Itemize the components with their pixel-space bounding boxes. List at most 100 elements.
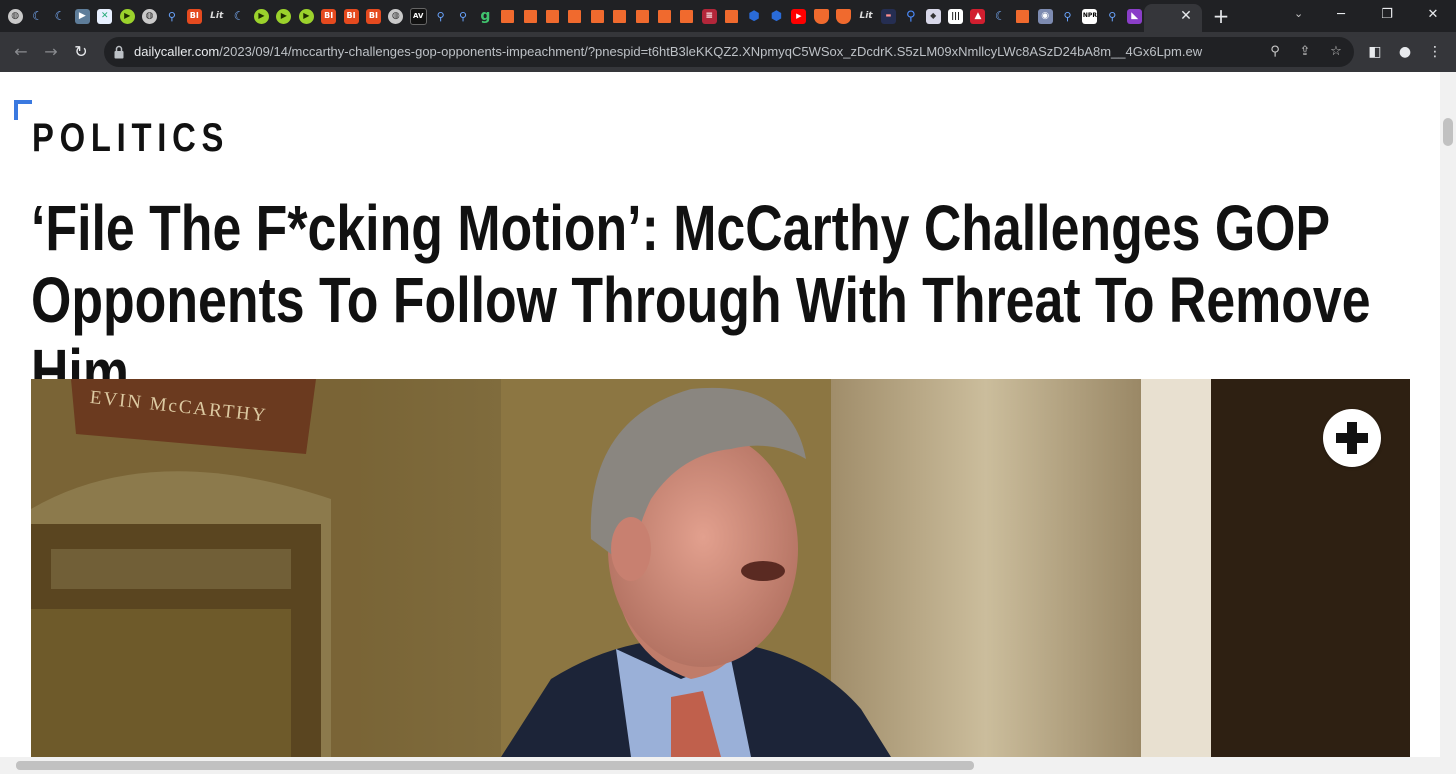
magnify-icon: ⚲ <box>906 8 916 24</box>
menu-icon[interactable]: ⋮ <box>1424 41 1446 63</box>
restore-button[interactable]: ❐ <box>1364 0 1410 32</box>
moon-icon: ☾ <box>994 9 1006 23</box>
bookmark-star-icon[interactable]: ☆ <box>1326 42 1346 62</box>
tab-favicon[interactable]: ▶ <box>71 6 93 26</box>
tab-favicon[interactable]: ||| <box>944 6 966 26</box>
tab-favicon[interactable]: g <box>474 6 496 26</box>
tab-favicon[interactable]: ☾ <box>989 6 1011 26</box>
new-tab-button[interactable]: + <box>1210 5 1232 27</box>
piano-icon: ||| <box>948 8 964 24</box>
tab-favicon[interactable]: ▲ <box>967 6 989 26</box>
expand-image-plus-icon[interactable] <box>1323 409 1381 467</box>
tab-favicon[interactable]: ⚲ <box>1056 6 1078 26</box>
forward-button[interactable]: → <box>40 41 62 63</box>
bi-icon: BI <box>321 8 337 24</box>
tab-favicon[interactable]: BI <box>183 6 205 26</box>
hex-icon: ⬢ <box>748 8 760 24</box>
tab-favicon[interactable] <box>541 6 563 26</box>
bookmark-icon <box>523 9 537 23</box>
tab-favicon[interactable] <box>564 6 586 26</box>
zoom-icon[interactable]: ⚲ <box>1265 42 1285 62</box>
arrow-icon: ▶ <box>74 8 90 24</box>
tab-favicon[interactable]: Lit <box>855 6 877 26</box>
tab-favicon[interactable]: ☾ <box>49 6 71 26</box>
tab-favicon[interactable]: ◣ <box>1124 6 1146 26</box>
tab-favicon[interactable] <box>609 6 631 26</box>
side-panel-icon[interactable]: ◧ <box>1364 41 1386 63</box>
tab-favicon[interactable] <box>631 6 653 26</box>
tab-favicon[interactable] <box>721 6 743 26</box>
tab-favicon[interactable] <box>810 6 832 26</box>
bookmark-icon <box>546 9 560 23</box>
tab-search-chevron-icon[interactable]: ⌄ <box>1294 7 1303 20</box>
vertical-scrollbar[interactable] <box>1440 72 1456 757</box>
tab-favicon[interactable]: ⬢ <box>765 6 787 26</box>
tab-favicon[interactable]: ◍ <box>4 6 26 26</box>
tab-favicon[interactable]: ⚲ <box>161 6 183 26</box>
moon-icon: ☾ <box>233 9 245 23</box>
bookmark-icon <box>725 9 739 23</box>
tab-favicon[interactable]: ◉ <box>1034 6 1056 26</box>
focus-indicator <box>14 100 32 120</box>
tab-favicon[interactable]: ✕ <box>94 6 116 26</box>
tab-favicon[interactable]: ⬢ <box>743 6 765 26</box>
play-icon: ▶ <box>298 8 314 24</box>
tab-favicon[interactable] <box>519 6 541 26</box>
tab-favicon[interactable]: ⚲ <box>452 6 474 26</box>
horizontal-scroll-thumb[interactable] <box>16 761 974 770</box>
tab-favicon[interactable]: ⚲ <box>900 6 922 26</box>
article-hero-image[interactable]: EVIN McCARTHY <box>31 379 1410 757</box>
share-icon[interactable]: ⇪ <box>1295 42 1315 62</box>
tab-favicon[interactable] <box>676 6 698 26</box>
tab-favicon[interactable]: ▶ <box>788 6 810 26</box>
tab-favicon[interactable]: ▬ <box>877 6 899 26</box>
bookmark-icon <box>613 9 627 23</box>
bi-icon: BI <box>186 8 202 24</box>
minimize-button[interactable]: ─ <box>1318 0 1364 32</box>
tab-favicon[interactable]: BI <box>340 6 362 26</box>
tab-favicon[interactable] <box>832 6 854 26</box>
address-bar[interactable]: dailycaller.com/2023/09/14/mccarthy-chal… <box>104 37 1354 67</box>
tab-favicon[interactable]: ◍ <box>138 6 160 26</box>
tab-favicon[interactable] <box>586 6 608 26</box>
grid-icon: ✕ <box>97 8 113 24</box>
tab-favicon[interactable]: BI <box>317 6 339 26</box>
tab-favicon[interactable]: ▶ <box>273 6 295 26</box>
tab-favicon[interactable]: ◍ <box>385 6 407 26</box>
hero-photo <box>31 379 1410 757</box>
tab-favicon[interactable]: ◆ <box>922 6 944 26</box>
close-tab-icon[interactable]: ✕ <box>1177 7 1195 25</box>
tab-favicon[interactable]: ⚲ <box>1101 6 1123 26</box>
bookmark-icon <box>501 9 515 23</box>
tab-favicon[interactable]: NPR <box>1079 6 1101 26</box>
flag-icon: ≡ <box>701 8 717 24</box>
bookmark-icon <box>1016 9 1030 23</box>
tab-strip: ◍ ☾ ☾ ▶ ✕ ▶ ◍ ⚲ BI Lit ☾ ▶ ▶ ▶ BI BI BI ◍ AV ⚲ ⚲ g ≡ ⬢ ⬢ ▶ Lit ▬ ⚲ ◆ |… <box>0 0 1456 32</box>
tab-favicon[interactable]: AV <box>407 6 429 26</box>
url-text[interactable]: dailycaller.com/2023/09/14/mccarthy-chal… <box>134 37 1254 67</box>
tab-favicon[interactable] <box>497 6 519 26</box>
reload-button[interactable]: ↻ <box>70 41 92 63</box>
tab-favicon[interactable]: Lit <box>206 6 228 26</box>
close-window-button[interactable]: ✕ <box>1410 0 1456 32</box>
lock-icon[interactable] <box>114 45 124 59</box>
tab-favicon[interactable]: ▶ <box>250 6 272 26</box>
profile-icon[interactable]: ● <box>1394 41 1416 63</box>
tab-favicon[interactable]: ▶ <box>295 6 317 26</box>
hex-icon: ⬢ <box>770 8 783 24</box>
horizontal-scrollbar[interactable] <box>0 757 1456 774</box>
tab-favicon[interactable]: ☾ <box>26 6 48 26</box>
url-host: dailycaller.com <box>134 44 220 59</box>
crest-icon: ◆ <box>925 8 941 24</box>
tab-favicon[interactable]: ▶ <box>116 6 138 26</box>
section-label[interactable]: POLITICS <box>32 118 229 158</box>
tab-favicon[interactable] <box>1012 6 1034 26</box>
back-button[interactable]: ← <box>10 41 32 63</box>
browser-toolbar: ← → ↻ dailycaller.com/2023/09/14/mccarth… <box>0 32 1456 72</box>
tab-favicon[interactable]: ≡ <box>698 6 720 26</box>
tab-favicon[interactable]: BI <box>362 6 384 26</box>
tab-favicon[interactable]: ⚲ <box>429 6 451 26</box>
tab-favicon[interactable]: ☾ <box>228 6 250 26</box>
tab-favicon[interactable] <box>653 6 675 26</box>
vertical-scroll-thumb[interactable] <box>1443 118 1453 146</box>
